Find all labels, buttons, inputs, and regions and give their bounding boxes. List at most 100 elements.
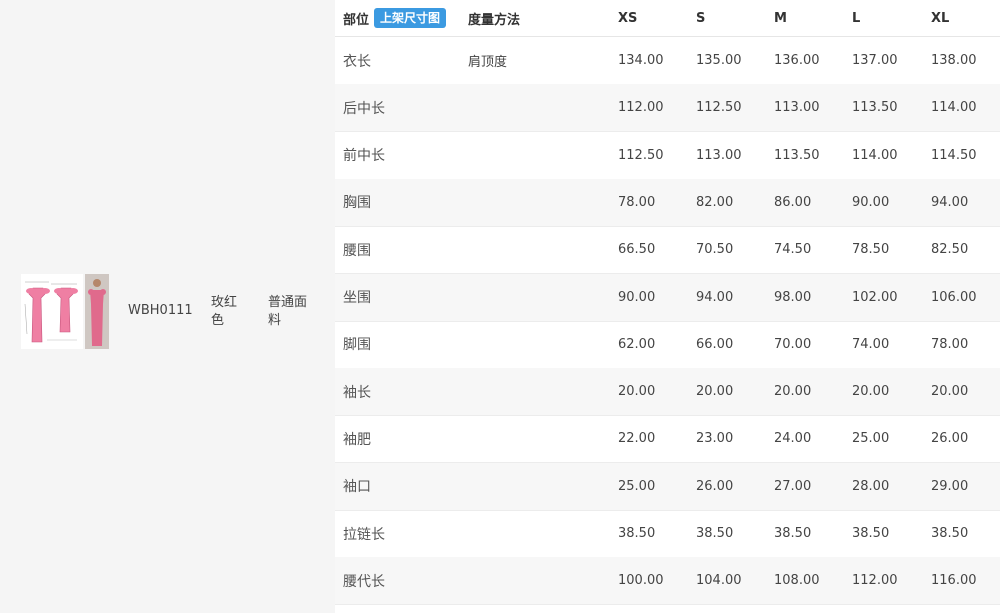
table-row: 袖长 20.00 20.00 20.00 20.00 20.00 bbox=[335, 368, 1000, 417]
header-part: 部位 上架尺寸图 bbox=[343, 0, 447, 36]
row-size-value: 113.50 bbox=[774, 147, 820, 163]
row-size-value: 114.50 bbox=[931, 147, 977, 163]
row-size-value: 38.50 bbox=[931, 526, 969, 541]
row-part: 衣长 bbox=[343, 53, 371, 70]
product-photo[interactable] bbox=[85, 274, 109, 349]
row-size-value: 20.00 bbox=[696, 384, 734, 400]
row-size-value: 102.00 bbox=[852, 289, 898, 305]
row-size-value: 106.00 bbox=[931, 289, 977, 305]
table-row: 腰代长 100.00 104.00 108.00 112.00 116.00 bbox=[335, 557, 1000, 606]
row-size-value: 94.00 bbox=[696, 289, 734, 305]
row-size-value: 78.50 bbox=[852, 242, 890, 258]
row-part: 腰围 bbox=[343, 242, 371, 259]
row-size-value: 136.00 bbox=[774, 53, 820, 68]
row-size-value: 66.50 bbox=[618, 242, 656, 258]
row-size-value: 70.50 bbox=[696, 242, 734, 258]
row-size-value: 20.00 bbox=[931, 384, 969, 400]
row-size-value: 74.00 bbox=[852, 336, 890, 352]
row-size-value: 98.00 bbox=[774, 289, 812, 305]
table-row: 前中长 112.50 113.00 113.50 114.00 114.50 bbox=[335, 132, 1000, 180]
table-row: 坐围 90.00 94.00 98.00 102.00 106.00 bbox=[335, 273, 1000, 322]
header-part-label: 部位 bbox=[343, 12, 370, 28]
row-size-value: 108.00 bbox=[774, 573, 820, 589]
row-size-value: 25.00 bbox=[852, 431, 890, 447]
row-size-value: 38.50 bbox=[618, 526, 656, 541]
row-size-value: 112.50 bbox=[618, 147, 664, 163]
row-size-value: 112.00 bbox=[618, 100, 664, 116]
row-size-value: 74.50 bbox=[774, 242, 812, 258]
row-part: 袖长 bbox=[343, 384, 371, 401]
listing-size-chart-button[interactable]: 上架尺寸图 bbox=[374, 8, 447, 28]
row-size-value: 66.00 bbox=[696, 336, 734, 352]
table-row: 袖口 25.00 26.00 27.00 28.00 29.00 bbox=[335, 462, 1000, 511]
header-size-xs: XS bbox=[618, 10, 638, 26]
row-size-value: 22.00 bbox=[618, 431, 656, 447]
table-row: 胸围 78.00 82.00 86.00 90.00 94.00 bbox=[335, 178, 1000, 227]
product-sketch-image[interactable] bbox=[21, 274, 83, 349]
row-size-value: 78.00 bbox=[931, 336, 969, 352]
header-size-l: L bbox=[852, 10, 861, 26]
product-panel: WBH0111 玫红色 普通面料 bbox=[0, 0, 326, 613]
row-part: 后中长 bbox=[343, 100, 385, 117]
product-color: 玫红色 bbox=[211, 295, 238, 328]
row-size-value: 113.50 bbox=[852, 100, 898, 116]
row-size-value: 82.00 bbox=[696, 194, 734, 210]
product-fabric: 普通面料 bbox=[268, 295, 308, 328]
row-size-value: 113.00 bbox=[774, 100, 820, 116]
row-size-value: 20.00 bbox=[774, 384, 812, 400]
table-row: 腰围 66.50 70.50 74.50 78.50 82.50 bbox=[335, 226, 1000, 275]
table-header: 部位 上架尺寸图 度量方法 XS S M L XL bbox=[335, 0, 1000, 37]
row-size-value: 38.50 bbox=[774, 526, 812, 541]
row-size-value: 82.50 bbox=[931, 242, 969, 258]
page: WBH0111 玫红色 普通面料 部位 上架尺寸图 度量方法 XS S M L … bbox=[0, 0, 1000, 613]
size-table: 部位 上架尺寸图 度量方法 XS S M L XL 衣长 肩顶度 134.00 135… bbox=[335, 0, 1000, 613]
row-part: 袖肥 bbox=[343, 431, 371, 448]
row-size-value: 24.00 bbox=[774, 431, 812, 447]
row-part: 坐围 bbox=[343, 290, 371, 306]
row-part: 脚围 bbox=[343, 337, 371, 354]
row-size-value: 20.00 bbox=[618, 384, 656, 400]
row-part: 拉链长 bbox=[343, 526, 385, 543]
table-row: 后中长 112.00 112.50 113.00 113.50 114.00 bbox=[335, 84, 1000, 133]
row-size-value: 116.00 bbox=[931, 573, 977, 589]
row-part: 胸围 bbox=[343, 195, 371, 212]
row-size-value: 114.00 bbox=[852, 147, 898, 163]
table-row: 袖肥 22.00 23.00 24.00 25.00 26.00 bbox=[335, 415, 1000, 464]
row-size-value: 137.00 bbox=[852, 53, 898, 68]
row-size-value: 38.50 bbox=[696, 526, 734, 541]
row-size-value: 114.00 bbox=[931, 100, 977, 116]
row-size-value: 94.00 bbox=[931, 194, 969, 210]
product-thumbnails bbox=[21, 274, 109, 349]
row-size-value: 112.00 bbox=[852, 573, 898, 589]
header-size-m: M bbox=[774, 10, 787, 26]
header-method: 度量方法 bbox=[468, 12, 521, 28]
row-size-value: 90.00 bbox=[618, 289, 656, 305]
row-size-value: 38.50 bbox=[852, 526, 890, 541]
table-row: 衣长 肩顶度 134.00 135.00 136.00 137.00 138.00 bbox=[335, 37, 1000, 85]
row-size-value: 100.00 bbox=[618, 573, 664, 589]
row-size-value: 27.00 bbox=[774, 478, 812, 494]
row-part: 袖口 bbox=[343, 479, 371, 496]
row-size-value: 78.00 bbox=[618, 194, 656, 210]
table-row: 脚围 62.00 66.00 70.00 74.00 78.00 bbox=[335, 321, 1000, 369]
row-size-value: 134.00 bbox=[618, 53, 664, 68]
row-size-value: 28.00 bbox=[852, 478, 890, 494]
row-size-value: 138.00 bbox=[931, 53, 977, 68]
header-size-s: S bbox=[696, 10, 706, 26]
row-size-value: 112.50 bbox=[696, 100, 742, 116]
row-size-value: 26.00 bbox=[931, 431, 969, 447]
row-part: 前中长 bbox=[343, 148, 385, 165]
row-size-value: 29.00 bbox=[931, 478, 969, 494]
table-row: 拉链长 38.50 38.50 38.50 38.50 38.50 bbox=[335, 510, 1000, 558]
header-size-xl: XL bbox=[931, 10, 950, 26]
row-size-value: 62.00 bbox=[618, 336, 656, 352]
product-code: WBH0111 bbox=[128, 303, 193, 318]
row-size-value: 25.00 bbox=[618, 478, 656, 494]
row-size-value: 104.00 bbox=[696, 573, 742, 589]
row-size-value: 113.00 bbox=[696, 147, 742, 163]
row-size-value: 26.00 bbox=[696, 478, 734, 494]
row-size-value: 23.00 bbox=[696, 431, 734, 447]
row-size-value: 135.00 bbox=[696, 53, 742, 68]
row-size-value: 70.00 bbox=[774, 336, 812, 352]
row-size-value: 90.00 bbox=[852, 194, 890, 210]
